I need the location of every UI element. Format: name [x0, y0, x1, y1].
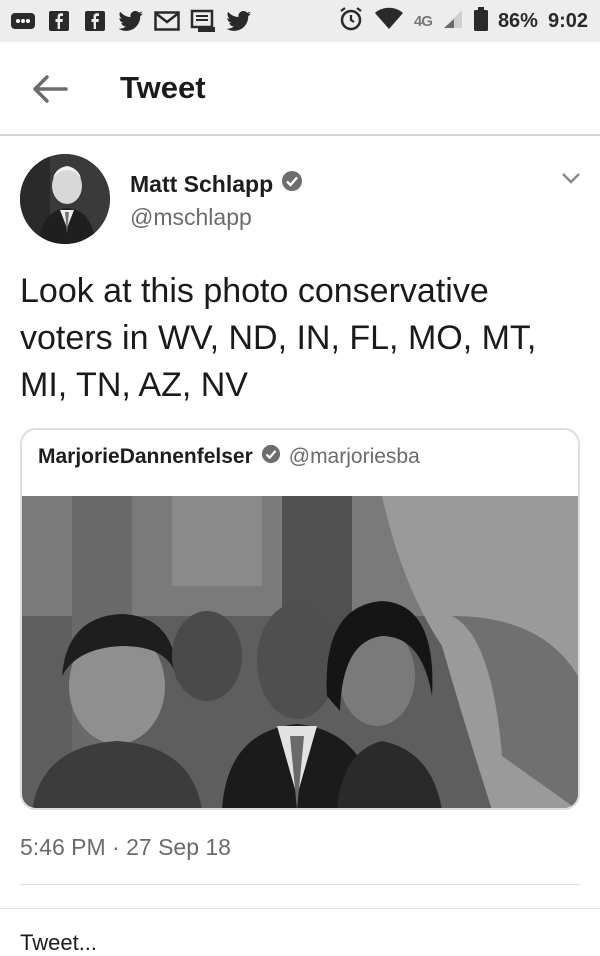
tweet-text: Look at this photo conservative voters i… — [20, 272, 537, 404]
twitter-icon — [226, 9, 252, 33]
signal-icon — [442, 8, 464, 35]
status-bar: 4G 86% 9:02 — [0, 0, 600, 42]
quoted-tweet-card[interactable]: MarjorieDannenfelser @marjoriesba — [20, 428, 580, 810]
chevron-down-icon[interactable] — [560, 170, 582, 186]
partial-footer-text: Tweet... — [20, 930, 98, 955]
system-status: 4G 86% 9:02 — [338, 6, 588, 36]
divider — [0, 908, 600, 909]
twitter-icon — [118, 9, 144, 33]
tweet-timestamp: 5:46 PM · 27 Sep 18 — [20, 834, 231, 860]
quoted-author-handle: @marjoriesba — [288, 445, 420, 468]
quoted-author-name: MarjorieDannenfelser — [38, 445, 253, 468]
page-title: Tweet — [120, 70, 206, 105]
more-icon — [10, 9, 36, 33]
back-arrow-icon[interactable] — [30, 72, 70, 106]
alarm-icon — [338, 6, 364, 37]
author-name[interactable]: Matt Schlapp — [130, 171, 273, 198]
wifi-icon — [374, 7, 404, 36]
quoted-tweet-photo[interactable] — [22, 496, 578, 808]
author-name-row: Matt Schlapp — [130, 170, 303, 198]
divider — [20, 884, 580, 885]
verified-badge-icon — [281, 170, 303, 198]
gmail-icon — [154, 9, 180, 33]
battery-icon — [473, 6, 488, 36]
app-bar: Tweet — [0, 42, 600, 136]
quoted-tweet-header: MarjorieDannenfelser @marjoriesba — [38, 444, 420, 470]
battery-percent: 86% — [497, 9, 538, 32]
verified-badge-icon — [261, 444, 281, 470]
messages-icon — [190, 9, 216, 33]
facebook-icon — [46, 9, 72, 33]
clock: 9:02 — [547, 9, 588, 32]
avatar[interactable] — [20, 154, 110, 244]
notification-icons — [10, 6, 252, 36]
network-type: 4G — [413, 12, 433, 30]
author-handle[interactable]: @mschlapp — [130, 204, 252, 231]
facebook-icon — [82, 9, 108, 33]
